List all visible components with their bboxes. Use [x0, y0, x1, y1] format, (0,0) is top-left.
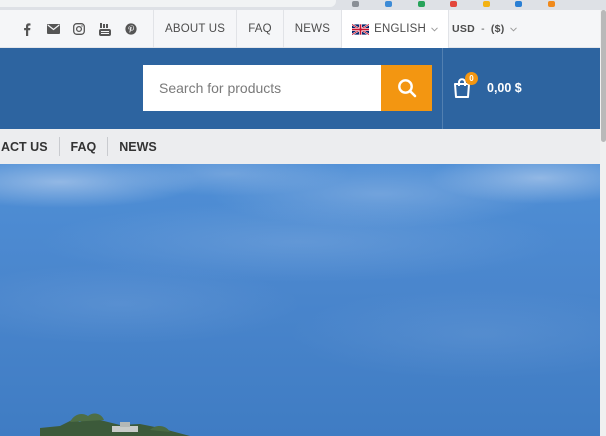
- instagram-icon[interactable]: [66, 10, 92, 48]
- extension-icon[interactable]: [483, 1, 490, 7]
- social-links: [14, 10, 144, 48]
- extension-icon[interactable]: [548, 1, 555, 7]
- mail-icon[interactable]: [40, 10, 66, 48]
- facebook-icon[interactable]: [14, 10, 40, 48]
- hero-image: [0, 164, 600, 436]
- search-icon: [397, 79, 416, 98]
- site-header: 0 0,00 $: [0, 48, 600, 129]
- extension-icon[interactable]: [418, 1, 425, 7]
- currency-symbol: ($): [490, 23, 505, 35]
- top-link-faq[interactable]: FAQ: [237, 10, 284, 48]
- nav-link-faq[interactable]: FAQ: [58, 137, 108, 156]
- currency-code: USD: [452, 23, 476, 35]
- shopping-bag-icon: 0: [452, 72, 478, 99]
- top-link-news[interactable]: NEWS: [284, 10, 343, 48]
- cart-count-badge: 0: [465, 72, 478, 85]
- uk-flag-icon: [352, 23, 370, 35]
- extension-icon[interactable]: [515, 1, 522, 7]
- scrollbar-thumb[interactable]: [601, 10, 606, 142]
- extension-icon[interactable]: [352, 1, 359, 7]
- page-scrollbar[interactable]: [600, 10, 606, 436]
- cart-button[interactable]: 0 0,00 $: [452, 72, 522, 100]
- language-selector[interactable]: ENGLISH: [342, 10, 449, 48]
- extension-icon[interactable]: [450, 1, 457, 7]
- currency-separator: -: [481, 23, 485, 35]
- chevron-down-icon: [431, 26, 438, 32]
- extension-icon[interactable]: [385, 1, 392, 7]
- top-bar: ABOUT US FAQ NEWS ENGLISH USD - ($): [0, 10, 600, 48]
- search-button[interactable]: [381, 65, 432, 111]
- divider: [442, 48, 443, 129]
- search-input[interactable]: [143, 65, 381, 111]
- top-link-about-us[interactable]: ABOUT US: [154, 10, 238, 48]
- currency-selector[interactable]: USD - ($): [442, 10, 517, 48]
- top-links: ABOUT US FAQ NEWS ENGLISH: [154, 10, 449, 48]
- cart-total: 0,00 $: [487, 81, 522, 95]
- nav-link-news[interactable]: NEWS: [107, 137, 168, 156]
- product-search-form: [143, 65, 432, 111]
- address-bar[interactable]: [0, 0, 336, 7]
- pinterest-icon[interactable]: [118, 10, 144, 48]
- language-label: ENGLISH: [374, 23, 426, 35]
- youtube-icon[interactable]: [92, 10, 118, 48]
- chevron-down-icon: [509, 26, 517, 32]
- main-navigation: ACT US FAQ NEWS: [0, 129, 600, 164]
- browser-chrome: [0, 0, 606, 10]
- nav-link-contact-us[interactable]: ACT US: [0, 137, 59, 156]
